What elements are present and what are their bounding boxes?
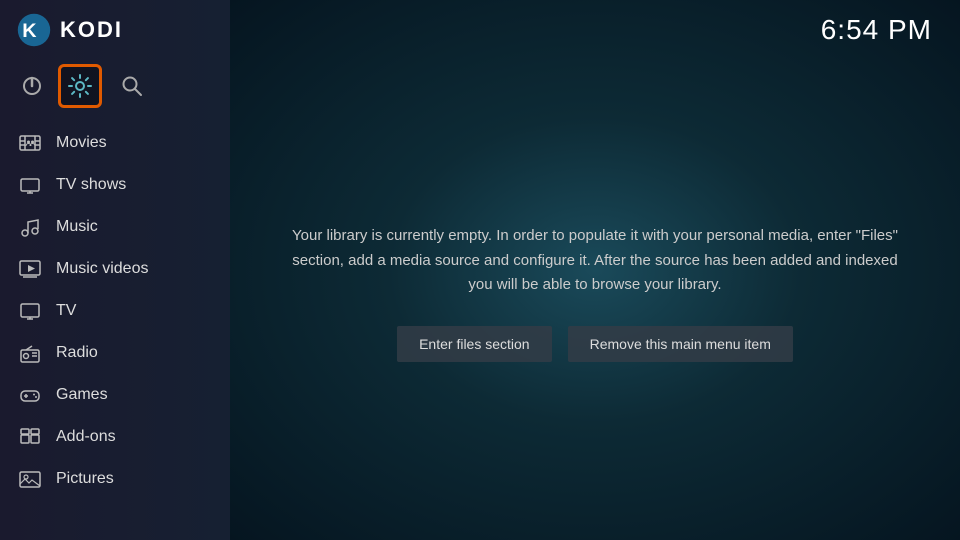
add-ons-label: Add-ons [56,428,116,446]
music-videos-icon [18,257,42,281]
sidebar-item-games[interactable]: Games [0,374,230,416]
sidebar-item-movies[interactable]: Movies [0,122,230,164]
main-content: 6:54 PM Your library is currently empty.… [230,0,960,540]
pictures-label: Pictures [56,470,114,488]
tv-shows-label: TV shows [56,176,126,194]
pictures-icon [18,467,42,491]
tv-label: TV [56,302,76,320]
music-icon [18,215,42,239]
sidebar-icon-row [0,58,230,122]
clock-display: 6:54 PM [821,14,932,46]
enter-files-button[interactable]: Enter files section [397,326,552,362]
sidebar-item-tv-shows[interactable]: TV shows [0,164,230,206]
movies-icon [18,131,42,155]
sidebar-item-pictures[interactable]: Pictures [0,458,230,500]
kodi-logo-icon: K [16,12,52,48]
svg-text:K: K [22,20,37,42]
radio-label: Radio [56,344,98,362]
nav-list: Movies TV shows Music [0,122,230,500]
add-ons-icon [18,425,42,449]
games-label: Games [56,386,108,404]
movies-label: Movies [56,134,107,152]
sidebar-header: K KODI [0,0,230,58]
sidebar-item-music-videos[interactable]: Music videos [0,248,230,290]
tv-icon [18,299,42,323]
sidebar: K KODI [0,0,230,540]
remove-menu-button[interactable]: Remove this main menu item [568,326,793,362]
sidebar-item-add-ons[interactable]: Add-ons [0,416,230,458]
sidebar-item-music[interactable]: Music [0,206,230,248]
sidebar-item-tv[interactable]: TV [0,290,230,332]
content-area: Your library is currently empty. In orde… [230,46,960,540]
radio-icon [18,341,42,365]
games-icon [18,383,42,407]
empty-library-message: Your library is currently empty. In orde… [290,224,900,298]
top-bar: 6:54 PM [230,0,960,46]
sidebar-item-radio[interactable]: Radio [0,332,230,374]
power-button[interactable] [16,70,48,102]
app-title: KODI [60,17,123,43]
settings-button[interactable] [58,64,102,108]
search-button[interactable] [116,70,148,102]
tv-shows-icon [18,173,42,197]
music-videos-label: Music videos [56,260,148,278]
music-label: Music [56,218,98,236]
action-buttons: Enter files section Remove this main men… [397,326,793,362]
